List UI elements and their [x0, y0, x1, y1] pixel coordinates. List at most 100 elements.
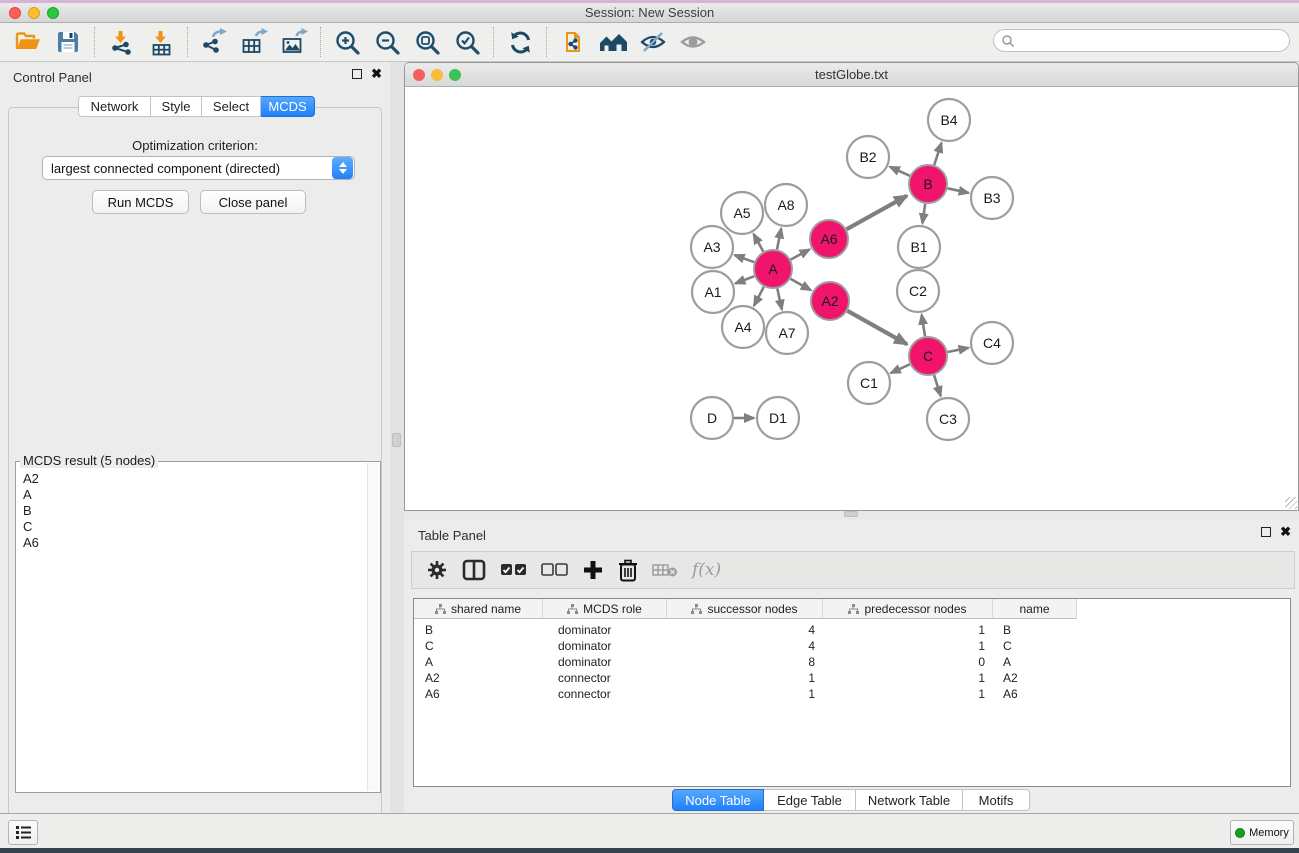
tab-select[interactable]: Select — [202, 96, 261, 117]
window-resize-grip[interactable] — [1285, 497, 1297, 509]
column-header-mcds-role[interactable]: MCDS role — [543, 599, 667, 619]
column-header-shared-name[interactable]: shared name — [414, 599, 543, 619]
table-settings-button[interactable] — [426, 555, 448, 585]
import-network-button[interactable] — [101, 25, 141, 59]
table-cell[interactable]: A — [993, 655, 1077, 669]
float-panel-icon[interactable] — [1261, 527, 1271, 537]
tab-style[interactable]: Style — [151, 96, 202, 117]
export-table-button[interactable] — [234, 25, 274, 59]
graph-edge-C-C3[interactable] — [934, 375, 941, 396]
network-window-titlebar[interactable]: testGlobe.txt — [405, 63, 1298, 87]
mcds-list-scrollbar[interactable] — [367, 463, 379, 791]
search-input[interactable] — [1015, 34, 1289, 48]
float-panel-icon[interactable] — [352, 69, 362, 79]
graph-edge-A2-C[interactable] — [847, 311, 907, 345]
mcds-result-item[interactable]: B — [17, 503, 367, 519]
tab-edge-table[interactable]: Edge Table — [764, 789, 856, 811]
table-cell[interactable]: connector — [543, 687, 667, 701]
show-graphics-details-button[interactable] — [633, 25, 673, 59]
import-table-button[interactable] — [141, 25, 181, 59]
table-row[interactable]: Adominator80A — [414, 654, 1290, 670]
refresh-view-button[interactable] — [500, 25, 540, 59]
table-cell[interactable]: 1 — [823, 671, 993, 685]
table-cell[interactable]: C — [993, 639, 1077, 653]
graph-edge-A-A1[interactable] — [735, 276, 754, 283]
table-cell[interactable]: dominator — [543, 639, 667, 653]
save-session-button[interactable] — [48, 25, 88, 59]
delete-table-button[interactable] — [652, 555, 678, 585]
mcds-result-item[interactable]: A — [17, 487, 367, 503]
graph-edge-B-B1[interactable] — [922, 204, 925, 223]
select-all-button[interactable] — [500, 555, 527, 585]
close-window-button[interactable] — [9, 7, 21, 19]
table-cell[interactable]: B — [414, 623, 543, 637]
close-panel-icon[interactable]: ✖ — [371, 69, 382, 79]
table-cell[interactable]: dominator — [543, 655, 667, 669]
tab-node-table[interactable]: Node Table — [672, 789, 764, 811]
apply-preferred-layout-button[interactable] — [593, 25, 633, 59]
table-cell[interactable]: A2 — [414, 671, 543, 685]
delete-column-button[interactable] — [618, 555, 638, 585]
column-header-predecessor-nodes[interactable]: predecessor nodes — [823, 599, 993, 619]
table-cell[interactable]: 1 — [667, 671, 823, 685]
table-cell[interactable]: 0 — [823, 655, 993, 669]
minimize-network-window-button[interactable] — [431, 69, 443, 81]
splitter-handle[interactable] — [392, 433, 401, 447]
graph-edge-A-A2[interactable] — [790, 279, 810, 290]
add-column-button[interactable] — [582, 555, 604, 585]
tab-mcds[interactable]: MCDS — [261, 96, 315, 117]
graph-edge-C-C1[interactable] — [891, 364, 910, 373]
table-cell[interactable]: dominator — [543, 623, 667, 637]
table-row[interactable]: Cdominator41C — [414, 638, 1290, 654]
table-cell[interactable]: B — [993, 623, 1077, 637]
table-cell[interactable]: 1 — [667, 687, 823, 701]
open-session-button[interactable] — [8, 25, 48, 59]
table-cell[interactable]: 1 — [823, 639, 993, 653]
table-cell[interactable]: A — [414, 655, 543, 669]
table-row[interactable]: A6connector11A6 — [414, 686, 1290, 702]
table-cell[interactable]: A6 — [414, 687, 543, 701]
graph-edge-A-A8[interactable] — [777, 229, 781, 250]
table-row[interactable]: Bdominator41B — [414, 622, 1290, 638]
graph-edge-C-C4[interactable] — [948, 348, 969, 352]
show-columns-button[interactable] — [462, 555, 486, 585]
tab-network[interactable]: Network — [78, 96, 151, 117]
splitter-handle[interactable] — [844, 511, 858, 517]
graph-edge-A-A6[interactable] — [791, 249, 810, 259]
table-cell[interactable]: A6 — [993, 687, 1077, 701]
graph-edge-C-C2[interactable] — [922, 315, 925, 337]
tab-motifs[interactable]: Motifs — [963, 789, 1030, 811]
column-header-name[interactable]: name — [993, 599, 1077, 619]
zoom-fit-content-button[interactable] — [407, 25, 447, 59]
table-cell[interactable]: 1 — [823, 687, 993, 701]
graph-edge-A-A3[interactable] — [735, 255, 755, 262]
vertical-splitter[interactable] — [390, 62, 404, 813]
zoom-in-button[interactable] — [327, 25, 367, 59]
column-header-successor-nodes[interactable]: successor nodes — [667, 599, 823, 619]
network-canvas[interactable]: AA1A3A5A8A4A7A6A2BB1B2B3B4CC1C2C3C4DD1 — [405, 87, 1298, 510]
memory-button[interactable]: Memory — [1230, 820, 1294, 845]
export-network-button[interactable] — [194, 25, 234, 59]
export-image-button[interactable] — [274, 25, 314, 59]
show-hide-panel-button[interactable] — [673, 25, 713, 59]
graph-edge-B-B2[interactable] — [890, 167, 910, 176]
mcds-result-item[interactable]: C — [17, 519, 367, 535]
mcds-result-item[interactable]: A6 — [17, 535, 367, 551]
graph-edge-A-A5[interactable] — [754, 234, 764, 252]
graph-edge-B-B4[interactable] — [934, 143, 941, 165]
graph-edge-B-B3[interactable] — [948, 188, 969, 193]
zoom-network-window-button[interactable] — [449, 69, 461, 81]
table-cell[interactable]: A2 — [993, 671, 1077, 685]
table-cell[interactable]: 8 — [667, 655, 823, 669]
horizontal-splitter[interactable] — [404, 511, 1299, 520]
zoom-selected-button[interactable] — [447, 25, 487, 59]
zoom-out-button[interactable] — [367, 25, 407, 59]
criterion-dropdown[interactable]: largest connected component (directed) — [42, 156, 355, 180]
table-row[interactable]: A2connector11A2 — [414, 670, 1290, 686]
close-panel-icon[interactable]: ✖ — [1280, 527, 1291, 537]
graph-edge-A-A4[interactable] — [754, 287, 764, 306]
close-network-window-button[interactable] — [413, 69, 425, 81]
search-field[interactable] — [993, 29, 1290, 52]
table-cell[interactable]: connector — [543, 671, 667, 685]
minimize-window-button[interactable] — [28, 7, 40, 19]
